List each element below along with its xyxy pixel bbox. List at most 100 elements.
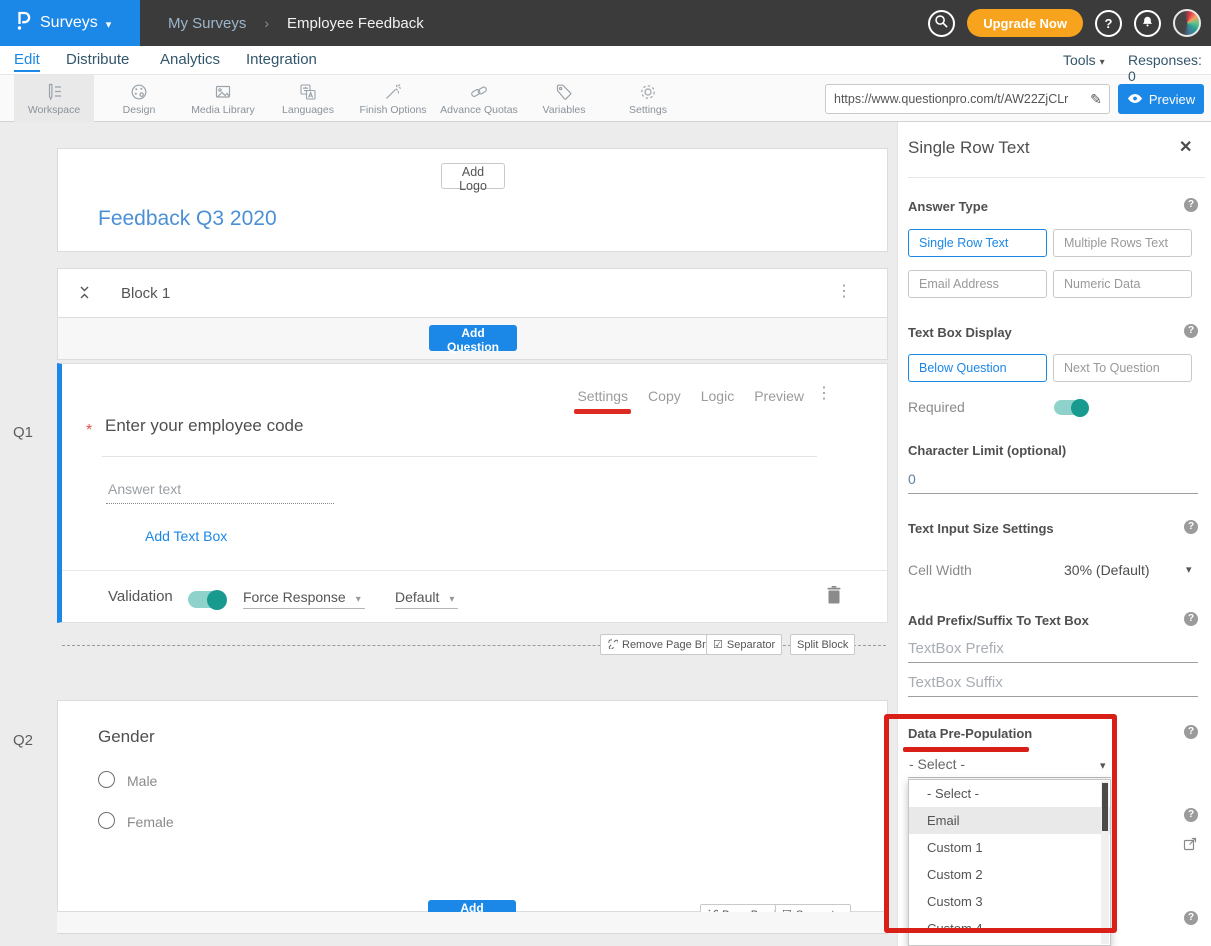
display-next-to-question[interactable]: Next To Question (1053, 354, 1192, 382)
textbox-prefix-input[interactable] (908, 636, 1198, 663)
character-limit-input[interactable] (908, 467, 1198, 494)
radio-male[interactable] (98, 771, 115, 788)
gear-icon (638, 82, 658, 102)
search-button[interactable] (928, 10, 955, 37)
display-below-question[interactable]: Below Question (908, 354, 1047, 382)
question-title-q2[interactable]: Gender (98, 727, 155, 747)
help-icon[interactable]: ? (1184, 612, 1198, 626)
radio-female[interactable] (98, 812, 115, 829)
block-title[interactable]: Block 1 (121, 285, 170, 302)
notifications-button[interactable] (1134, 10, 1161, 37)
textbox-suffix-input[interactable] (908, 670, 1198, 697)
collapse-block-icon[interactable] (78, 284, 91, 306)
breadcrumb-my-surveys[interactable]: My Surveys (168, 15, 246, 32)
cell-width-dropdown-caret-icon[interactable]: ▾ (1186, 563, 1192, 576)
translate-icon (298, 82, 318, 102)
help-icon[interactable]: ? (1184, 324, 1198, 338)
question-tab-logic[interactable]: Logic (701, 388, 734, 404)
chevron-down-icon: ▾ (449, 594, 454, 605)
question-tabs: Settings Copy Logic Preview (577, 388, 804, 404)
question-title-underline (102, 456, 817, 457)
radio-label-male[interactable]: Male (127, 773, 157, 789)
help-icon[interactable]: ? (1184, 725, 1198, 739)
character-limit-label: Character Limit (optional) (908, 443, 1066, 458)
dropdown-scrollbar-thumb[interactable] (1102, 783, 1108, 831)
preview-button[interactable]: Preview (1118, 84, 1204, 114)
dropdown-option-email[interactable]: Email (909, 807, 1110, 834)
question-card-q2: Gender Male Female (57, 700, 888, 912)
radio-label-female[interactable]: Female (127, 814, 174, 830)
toolbar-finish-options[interactable]: Finish Options (348, 75, 438, 122)
edit-url-pencil-icon[interactable]: ✎ (1083, 91, 1109, 108)
dropdown-scrollbar[interactable] (1101, 781, 1109, 944)
text-box-display-label: Text Box Display (908, 325, 1012, 340)
editor-toolbar: Workspace Design Media Library Languages… (0, 75, 1211, 122)
add-text-box-link[interactable]: Add Text Box (145, 528, 227, 544)
question-tab-copy[interactable]: Copy (648, 388, 681, 404)
card-divider (62, 570, 887, 571)
upgrade-now-button[interactable]: Upgrade Now (967, 9, 1083, 37)
question-tab-settings[interactable]: Settings (577, 388, 628, 404)
tab-analytics[interactable]: Analytics (160, 51, 220, 68)
toolbar-media-library[interactable]: Media Library (178, 75, 268, 122)
add-question-strip: Add Question (57, 318, 888, 360)
workspace-icon (44, 82, 64, 102)
split-block-button[interactable]: Split Block (790, 634, 855, 655)
toolbar-variables[interactable]: Variables (519, 75, 609, 122)
help-icon[interactable]: ? (1184, 911, 1198, 925)
tab-integration[interactable]: Integration (246, 51, 317, 68)
help-icon[interactable]: ? (1184, 520, 1198, 534)
external-link-icon[interactable] (1182, 836, 1198, 857)
question-title-q1[interactable]: Enter your employee code (105, 416, 303, 436)
chevron-down-icon: ▾ (1100, 57, 1105, 68)
validation-default-select[interactable]: Default▾ (395, 589, 458, 609)
user-avatar[interactable] (1173, 9, 1201, 37)
data-pre-population-select[interactable]: - Select - ▾ (908, 754, 1111, 778)
logo-label: Surveys (40, 14, 98, 32)
block-menu-kebab-icon[interactable]: ⋮ (836, 284, 852, 300)
force-response-select[interactable]: Force Response▾ (243, 589, 365, 609)
topbar-actions: Upgrade Now ? (928, 0, 1201, 46)
block-bottom-strip (57, 912, 888, 934)
dropdown-option-custom1[interactable]: Custom 1 (909, 834, 1110, 861)
delete-question-button[interactable] (826, 585, 842, 607)
checkbox-icon: ☑ (713, 638, 723, 651)
tools-menu[interactable]: Tools ▾ (1063, 52, 1105, 68)
answer-type-numeric[interactable]: Numeric Data (1053, 270, 1192, 298)
answer-type-single-row[interactable]: Single Row Text (908, 229, 1047, 257)
tab-distribute[interactable]: Distribute (66, 51, 129, 68)
breadcrumb-separator-icon: › (264, 15, 269, 31)
add-question-button-top[interactable]: Add Question (429, 325, 517, 351)
toolbar-workspace[interactable]: Workspace (14, 75, 94, 122)
help-icon[interactable]: ? (1184, 808, 1198, 822)
answer-type-email[interactable]: Email Address (908, 270, 1047, 298)
surveys-menu[interactable]: Surveys ▾ (0, 0, 140, 46)
separator-button-q1[interactable]: ☑ Separator (706, 634, 782, 655)
add-logo-button[interactable]: Add Logo (441, 163, 505, 189)
text-input-size-label: Text Input Size Settings (908, 521, 1054, 536)
close-icon[interactable]: ✕ (1179, 137, 1192, 157)
validation-toggle[interactable] (188, 591, 226, 608)
toolbar-languages[interactable]: Languages (263, 75, 353, 122)
trash-icon (826, 592, 842, 607)
answer-type-multiple-rows[interactable]: Multiple Rows Text (1053, 229, 1192, 257)
toolbar-advance-quotas[interactable]: Advance Quotas (434, 75, 524, 122)
image-icon (213, 82, 233, 102)
help-button[interactable]: ? (1095, 10, 1122, 37)
tab-edit[interactable]: Edit (14, 51, 40, 72)
survey-title[interactable]: Feedback Q3 2020 (98, 207, 277, 231)
toolbar-settings[interactable]: Settings (603, 75, 693, 122)
question-mark-icon: ? (1105, 16, 1113, 31)
question-menu-kebab-icon[interactable]: ⋮ (816, 386, 832, 402)
survey-url-input[interactable] (826, 92, 1083, 106)
question-tab-preview[interactable]: Preview (754, 388, 804, 404)
dropdown-option-select[interactable]: - Select - (909, 780, 1110, 807)
dropdown-option-custom4[interactable]: Custom 4 (909, 915, 1110, 942)
answer-text-input[interactable] (106, 477, 334, 504)
required-toggle[interactable] (1054, 400, 1088, 415)
dropdown-option-custom3[interactable]: Custom 3 (909, 888, 1110, 915)
toolbar-design[interactable]: Design (94, 75, 184, 122)
help-icon[interactable]: ? (1184, 198, 1198, 212)
dropdown-option-custom2[interactable]: Custom 2 (909, 861, 1110, 888)
required-asterisk: * (86, 422, 92, 440)
